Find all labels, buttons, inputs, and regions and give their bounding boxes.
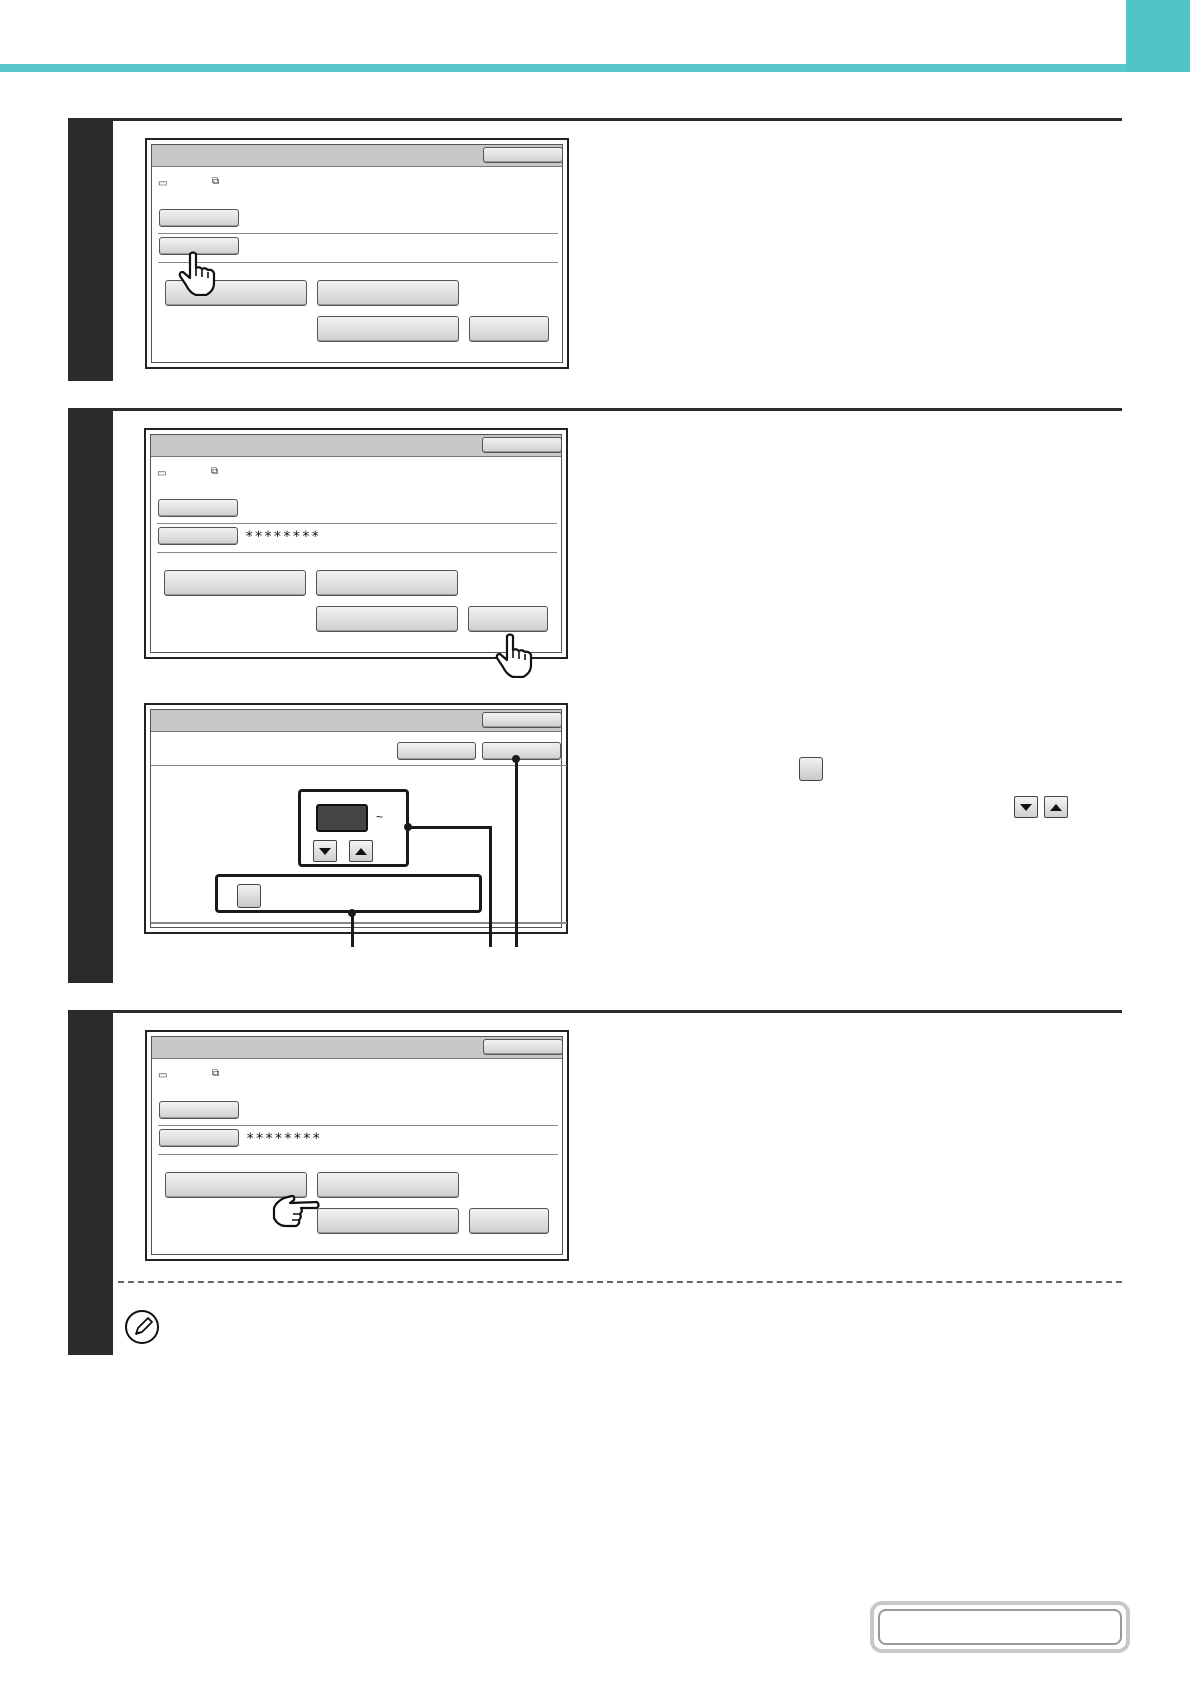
password-button[interactable]: [158, 527, 238, 545]
action-button-4[interactable]: [469, 1208, 549, 1234]
user-button[interactable]: [159, 209, 239, 227]
titlebar-button[interactable]: [483, 1039, 563, 1055]
hand-pointing-icon: [272, 1194, 320, 1228]
action-button-3[interactable]: [317, 1208, 459, 1234]
inline-down-arrow-icon: [1014, 796, 1038, 818]
step-3-bar: [68, 1010, 113, 1355]
note-separator: [118, 1281, 1122, 1283]
step-1-rule: [68, 118, 1122, 121]
pencil-note-icon: [125, 1310, 159, 1344]
header-stripe: [0, 64, 1190, 72]
titlebar-button[interactable]: [482, 712, 562, 728]
hand-pointer-icon: [495, 633, 533, 678]
titlebar-button[interactable]: [483, 147, 563, 163]
leader-line-counter-v: [489, 826, 492, 947]
step-1-bar: [68, 118, 113, 381]
file-icon: ⧉: [212, 176, 220, 187]
user-button[interactable]: [159, 1101, 239, 1119]
action-button-4[interactable]: [469, 316, 549, 342]
masked-password: ********: [245, 529, 321, 545]
action-button-2[interactable]: [317, 1172, 459, 1198]
inline-up-arrow-icon: [1044, 796, 1068, 818]
action-button-3[interactable]: [316, 606, 458, 632]
screen-titlebar: [152, 1037, 563, 1059]
step-2-screen: ▭ ⧉ ********: [144, 428, 568, 659]
action-button-2[interactable]: [316, 570, 458, 596]
bottom-rule: [151, 922, 567, 924]
password-button[interactable]: [159, 1129, 239, 1147]
screen-titlebar: [152, 145, 563, 167]
page-nav-box[interactable]: [870, 1601, 1130, 1653]
step-3-rule: [68, 1010, 1122, 1013]
cancel-button[interactable]: [397, 742, 476, 760]
checkbox-callout-box: [215, 874, 482, 913]
folder-icon: ▭: [158, 1070, 168, 1081]
inline-checkbox-icon: [799, 757, 823, 781]
file-icon: ⧉: [212, 1068, 220, 1079]
screen-titlebar: [151, 435, 562, 457]
header-corner-tab: [1126, 0, 1190, 72]
folder-icon: ▭: [157, 468, 167, 479]
ok-button[interactable]: [482, 742, 561, 760]
titlebar-button[interactable]: [482, 437, 562, 453]
user-button[interactable]: [158, 499, 238, 517]
step-2-rule: [68, 408, 1122, 411]
action-button-2[interactable]: [317, 280, 459, 306]
counter-callout-box: [298, 789, 409, 867]
leader-line-checkbox: [351, 913, 354, 947]
folder-icon: ▭: [158, 178, 168, 189]
action-button-1[interactable]: [164, 570, 306, 596]
hand-pointer-icon: [178, 251, 216, 296]
leader-line-counter-h: [408, 826, 491, 829]
step-2-bar: [68, 408, 113, 983]
leader-line-ok: [515, 759, 518, 947]
screen-titlebar: [151, 710, 562, 732]
action-button-4[interactable]: [468, 606, 548, 632]
masked-password: ********: [246, 1131, 322, 1147]
step-3-screen: ▭ ⧉ ********: [145, 1030, 569, 1261]
action-button-3[interactable]: [317, 316, 459, 342]
file-icon: ⧉: [211, 466, 219, 477]
